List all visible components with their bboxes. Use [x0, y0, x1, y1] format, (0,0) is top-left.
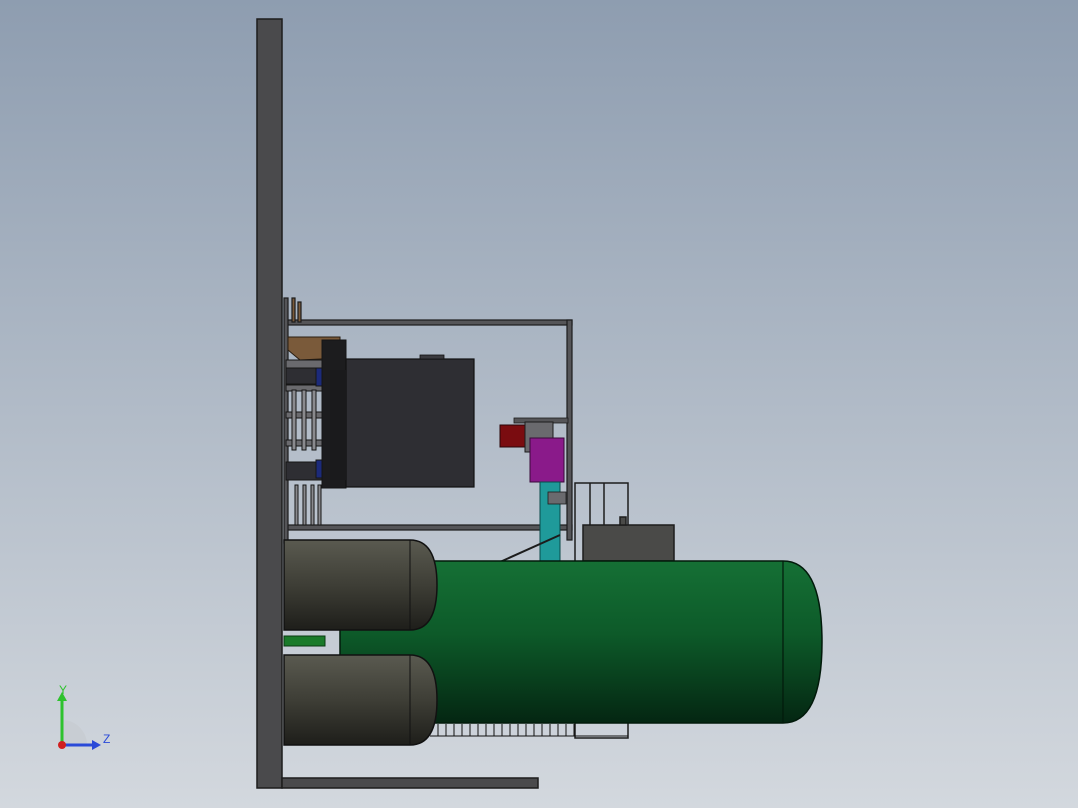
pipe-vertical	[317, 484, 322, 526]
right-column[interactable]	[566, 319, 573, 541]
side-panel[interactable]	[582, 524, 675, 562]
pipe-vertical	[291, 389, 297, 451]
top-beam[interactable]	[285, 319, 573, 326]
column-clamp	[547, 491, 567, 505]
y-axis-label: Y	[59, 685, 67, 697]
control-box-flange	[330, 370, 346, 480]
pipe-vertical	[294, 484, 299, 526]
mid-beam[interactable]	[285, 524, 573, 531]
left-upright[interactable]	[283, 297, 289, 544]
small-tank-lower[interactable]	[283, 654, 438, 746]
x-axis-dot	[58, 741, 66, 749]
green-mount[interactable]	[283, 635, 326, 647]
bottom-rail[interactable]	[281, 777, 539, 789]
blue-fitting	[315, 459, 323, 479]
cad-viewport[interactable]: Y Z	[0, 0, 1078, 808]
small-tank-lower-body[interactable]	[283, 654, 438, 746]
model-view[interactable]	[0, 0, 1078, 808]
triad-quadrant	[62, 720, 87, 745]
pipe-vertical	[302, 484, 307, 526]
z-axis-label: Z	[103, 732, 110, 746]
control-box-body[interactable]	[345, 358, 475, 488]
vertical-post[interactable]	[256, 18, 283, 789]
control-box-cap	[419, 354, 445, 360]
pipe-vertical	[301, 389, 307, 451]
pipe-vertical	[310, 484, 315, 526]
panel-knob	[619, 516, 627, 526]
small-tank-upper-body[interactable]	[283, 539, 438, 631]
purple-part[interactable]	[529, 437, 565, 483]
red-motor[interactable]	[499, 424, 529, 448]
wood-stub-2	[297, 301, 302, 323]
blue-fitting	[315, 367, 323, 387]
pipe-vertical	[311, 389, 317, 451]
orientation-triad[interactable]: Y Z	[50, 685, 120, 755]
z-axis-arrow	[92, 740, 101, 750]
small-tank-upper[interactable]	[283, 539, 438, 631]
pipe-bar	[285, 359, 323, 369]
wood-stub-1	[291, 297, 296, 323]
control-box[interactable]	[330, 354, 475, 488]
